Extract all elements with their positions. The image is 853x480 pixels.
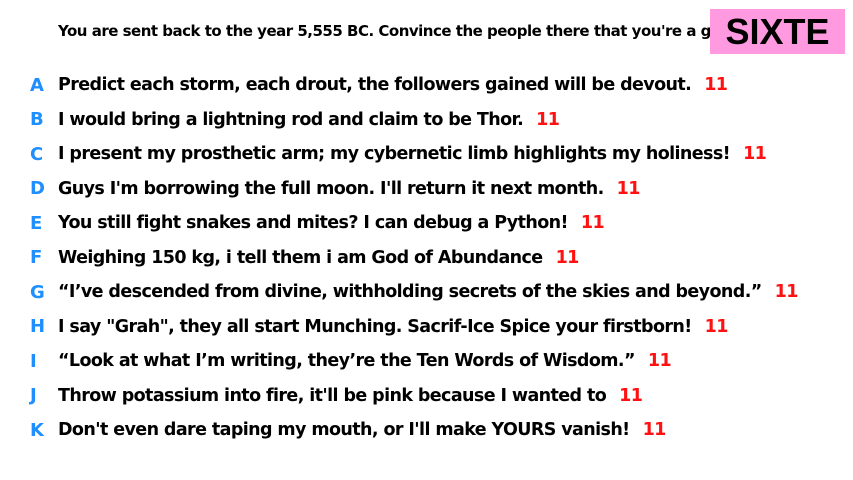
answer-score: 11 xyxy=(774,282,799,303)
answer-score: 11 xyxy=(580,213,605,234)
answer-letter: D xyxy=(30,178,45,200)
answer-row-j[interactable]: J Throw potassium into fire, it'll be pi… xyxy=(0,379,853,414)
answer-row-a[interactable]: A Predict each storm, each drout, the fo… xyxy=(0,68,853,103)
answer-text: Weighing 150 kg, i tell them i am God of… xyxy=(58,247,543,268)
answer-letter: I xyxy=(30,350,37,372)
answer-text: You still fight snakes and mites? I can … xyxy=(58,213,569,234)
answer-score: 11 xyxy=(536,109,560,130)
answer-text: Predict each storm, each drout, the foll… xyxy=(58,75,692,96)
answer-score: 11 xyxy=(555,247,580,268)
answer-text: I say "Grah", they all start Munching. S… xyxy=(58,316,692,337)
answer-letter: G xyxy=(30,281,45,303)
answer-score: 11 xyxy=(743,144,767,165)
answer-row-g[interactable]: G “I’ve descended from divine, withholdi… xyxy=(0,275,853,310)
answer-score: 11 xyxy=(616,178,641,199)
answer-row-d[interactable]: D Guys I'm borrowing the full moon. I'll… xyxy=(0,172,853,207)
answer-score: 11 xyxy=(619,385,643,406)
answers-list: A Predict each storm, each drout, the fo… xyxy=(0,68,853,448)
answer-text: “Look at what I’m writing, they’re the T… xyxy=(58,351,635,372)
answer-text: “I’ve descended from divine, withholding… xyxy=(58,282,762,303)
answer-score: 11 xyxy=(647,351,672,372)
prompt-text: You are sent back to the year 5,555 BC. … xyxy=(58,22,737,40)
answer-letter: J xyxy=(30,385,37,407)
player-badge: SIXTE xyxy=(710,9,845,54)
answer-score: 11 xyxy=(704,75,728,96)
answer-row-f[interactable]: F Weighing 150 kg, i tell them i am God … xyxy=(0,241,853,276)
answer-row-c[interactable]: C I present my prosthetic arm; my cybern… xyxy=(0,137,853,172)
answer-score: 11 xyxy=(704,316,729,337)
answer-letter: B xyxy=(30,109,44,131)
answer-letter: E xyxy=(30,212,42,234)
answer-row-e[interactable]: E You still fight snakes and mites? I ca… xyxy=(0,206,853,241)
answer-letter: A xyxy=(30,74,44,96)
answer-letter: K xyxy=(30,419,44,441)
answer-text: I present my prosthetic arm; my cybernet… xyxy=(58,144,731,165)
answer-row-k[interactable]: K Don't even dare taping my mouth, or I'… xyxy=(0,413,853,448)
answer-score: 11 xyxy=(642,420,667,441)
answer-text: I would bring a lightning rod and claim … xyxy=(58,109,524,130)
answer-letter: C xyxy=(30,143,43,165)
answer-row-h[interactable]: H I say "Grah", they all start Munching.… xyxy=(0,310,853,345)
answer-row-b[interactable]: B I would bring a lightning rod and clai… xyxy=(0,103,853,138)
answer-letter: H xyxy=(30,316,45,338)
answer-text: Don't even dare taping my mouth, or I'll… xyxy=(58,420,630,441)
answer-letter: F xyxy=(30,247,42,269)
answer-text: Guys I'm borrowing the full moon. I'll r… xyxy=(58,178,604,199)
answer-row-i[interactable]: I “Look at what I’m writing, they’re the… xyxy=(0,344,853,379)
answer-text: Throw potassium into fire, it'll be pink… xyxy=(58,385,607,406)
